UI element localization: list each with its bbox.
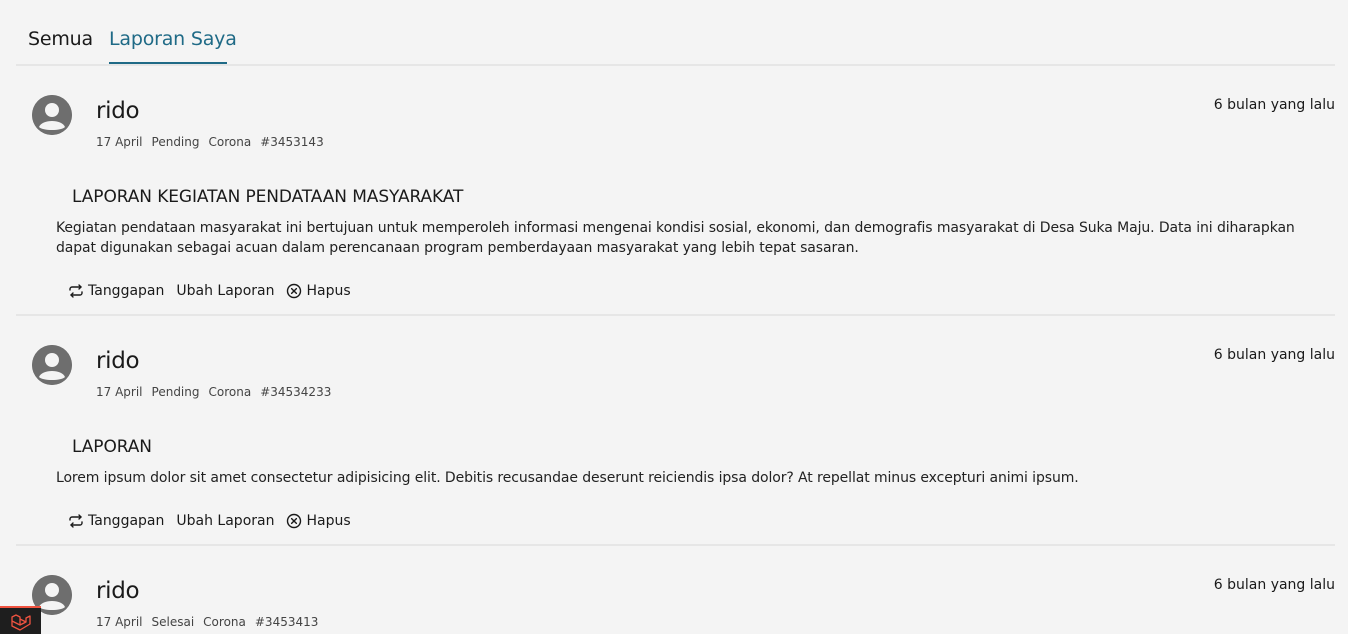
report-status: Pending — [151, 385, 200, 399]
tab-laporan-saya[interactable]: Laporan Saya — [109, 27, 237, 51]
active-tab-indicator — [109, 62, 227, 64]
respond-label: Tanggapan — [88, 283, 165, 299]
report-status: Pending — [151, 135, 200, 149]
user-avatar-icon — [32, 95, 72, 135]
user-avatar-icon — [32, 345, 72, 385]
report-body: Lorem ipsum dolor sit amet consectetur a… — [56, 470, 1079, 486]
report-card: rido 17 April Selesai Corona #3453413 6 bul… — [16, 546, 1335, 634]
repeat-icon — [68, 513, 84, 529]
report-status: Selesai — [151, 615, 195, 629]
report-meta: 17 April Selesai Corona #3453413 — [96, 614, 327, 630]
report-time: 6 bulan yang lalu — [1213, 577, 1335, 593]
report-code: #3453143 — [260, 135, 324, 149]
x-circle-icon — [286, 283, 302, 299]
tab-bar: Semua Laporan Saya — [16, 0, 1335, 66]
report-date: 17 April — [96, 385, 143, 399]
report-actions: Tanggapan Ubah Laporan Hapus — [68, 281, 363, 301]
edit-report-label: Ubah Laporan — [176, 513, 275, 529]
report-category: Corona — [208, 135, 252, 149]
delete-label: Hapus — [306, 283, 351, 299]
report-meta: 17 April Pending Corona #34534233 — [96, 384, 340, 400]
delete-label: Hapus — [306, 513, 351, 529]
report-date: 17 April — [96, 615, 143, 629]
report-category: Corona — [203, 615, 246, 629]
report-username[interactable]: rido — [96, 96, 140, 126]
report-username[interactable]: rido — [96, 576, 140, 606]
report-title: LAPORAN KEGIATAN PENDATAAN MASYARAKAT — [72, 187, 464, 207]
edit-report-button[interactable]: Ubah Laporan — [176, 511, 274, 531]
respond-button[interactable]: Tanggapan — [68, 511, 164, 531]
debug-bar-toggle[interactable] — [0, 606, 41, 634]
report-code: #34534233 — [260, 385, 332, 399]
edit-report-button[interactable]: Ubah Laporan — [176, 281, 274, 301]
report-card: rido 17 April Pending Corona #34534233 6 bu… — [16, 316, 1335, 546]
report-username[interactable]: rido — [96, 346, 140, 376]
delete-button[interactable]: Hapus — [286, 511, 351, 531]
laravel-logo-icon — [11, 614, 31, 631]
report-title: LAPORAN — [72, 437, 152, 457]
respond-button[interactable]: Tanggapan — [68, 281, 164, 301]
report-code: #3453413 — [254, 615, 319, 629]
respond-label: Tanggapan — [88, 513, 165, 529]
report-body: Kegiatan pendataan masyarakat ini bertuj… — [56, 220, 1295, 256]
page: Semua Laporan Saya rido 17 April Pending C… — [0, 0, 1348, 634]
report-date: 17 April — [96, 135, 143, 149]
report-card: rido 17 April Pending Corona #3453143 6 bul… — [16, 66, 1335, 316]
report-time: 6 bulan yang lalu — [1213, 347, 1335, 363]
delete-button[interactable]: Hapus — [286, 281, 351, 301]
report-meta: 17 April Pending Corona #3453143 — [96, 134, 333, 150]
report-actions: Tanggapan Ubah Laporan Hapus — [68, 511, 363, 531]
x-circle-icon — [286, 513, 302, 529]
edit-report-label: Ubah Laporan — [176, 283, 275, 299]
report-category: Corona — [208, 385, 252, 399]
repeat-icon — [68, 283, 84, 299]
tab-semua[interactable]: Semua — [28, 27, 93, 51]
report-time: 6 bulan yang lalu — [1213, 97, 1335, 113]
